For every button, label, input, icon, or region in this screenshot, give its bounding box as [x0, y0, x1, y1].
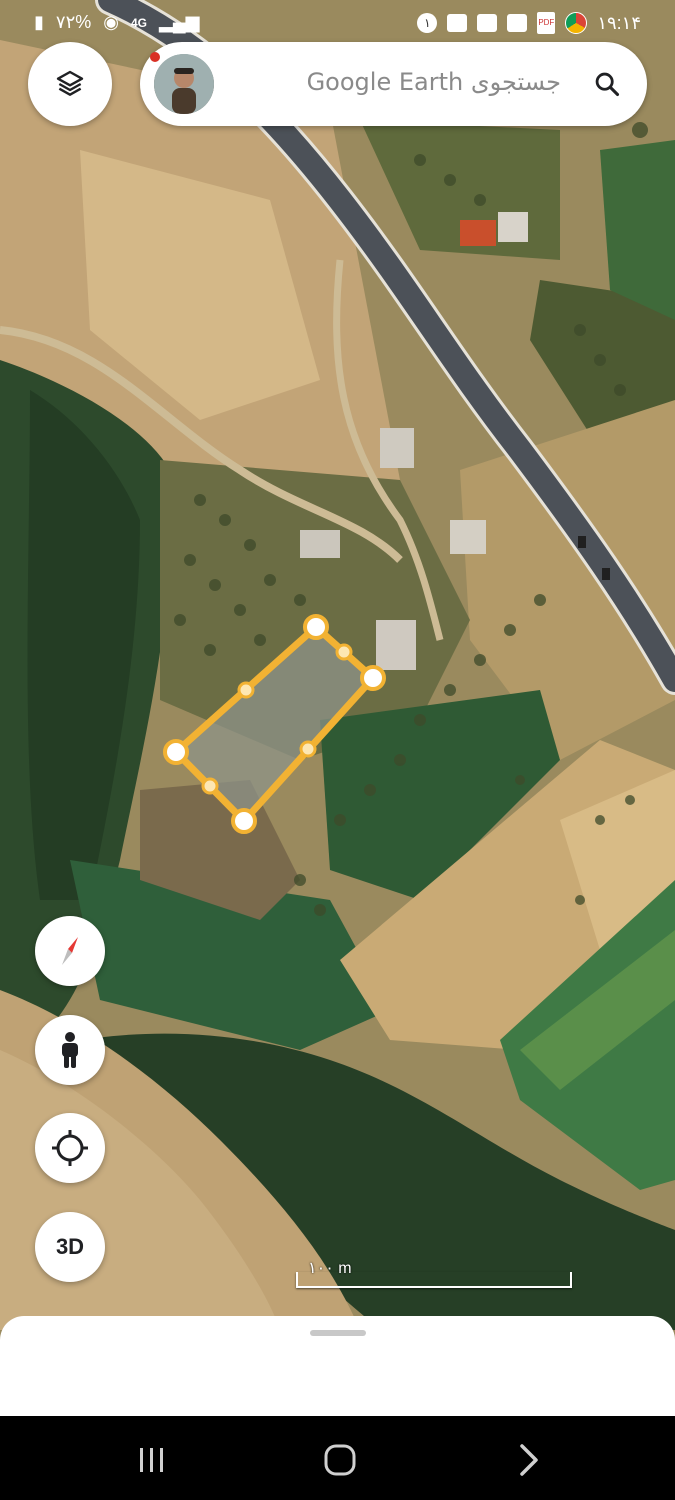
my-location-icon: [52, 1130, 88, 1166]
signal-icon: ▂▄▆: [158, 12, 200, 32]
battery-percent: ۷۲%: [55, 12, 92, 32]
status-left: ▮ ۷۲% ◉ 4G ▂▄▆: [34, 12, 199, 33]
3d-label: 3D: [55, 1234, 85, 1259]
pdf-icon: PDF: [537, 12, 556, 34]
app-notification-icon: [447, 14, 468, 32]
my-location-button[interactable]: [35, 1113, 105, 1183]
profile-photo: [154, 54, 214, 114]
notification-badge: ۱: [417, 13, 438, 33]
recent-apps-icon[interactable]: [132, 1440, 172, 1480]
home-icon[interactable]: [320, 1440, 360, 1480]
street-view-button[interactable]: [35, 1015, 105, 1085]
notification-dot: [150, 52, 160, 62]
search-input[interactable]: جستجوی Google Earth: [307, 68, 561, 96]
app-notification-icon: [507, 14, 528, 32]
3d-toggle-button[interactable]: 3D: [35, 1212, 105, 1282]
search-bar[interactable]: جستجوی Google Earth: [140, 42, 647, 126]
compass-button[interactable]: [35, 916, 105, 986]
back-icon[interactable]: [508, 1440, 548, 1480]
status-right: ۱ PDF ۱۹:۱۴: [417, 12, 641, 34]
chrome-icon: [565, 12, 588, 34]
search-icon[interactable]: [593, 70, 621, 98]
wifi-icon: ◉: [103, 12, 119, 32]
battery-icon: ▮: [34, 12, 44, 32]
pegman-icon: [62, 1032, 78, 1068]
scale-bar: [296, 1272, 572, 1288]
drag-handle[interactable]: [310, 1330, 366, 1336]
status-bar: ▮ ۷۲% ◉ 4G ▂▄▆ ۱ PDF ۱۹:۱۴: [0, 0, 675, 48]
network-label: 4G: [130, 15, 147, 30]
navigation-bar: [0, 1416, 675, 1500]
avatar[interactable]: [154, 54, 214, 114]
layers-icon: [56, 70, 84, 96]
layers-button[interactable]: [28, 42, 112, 126]
status-time: ۱۹:۱۴: [597, 12, 641, 33]
compass-icon: [62, 937, 78, 965]
bottom-sheet[interactable]: [0, 1316, 675, 1416]
app-notification-icon: [477, 14, 498, 32]
